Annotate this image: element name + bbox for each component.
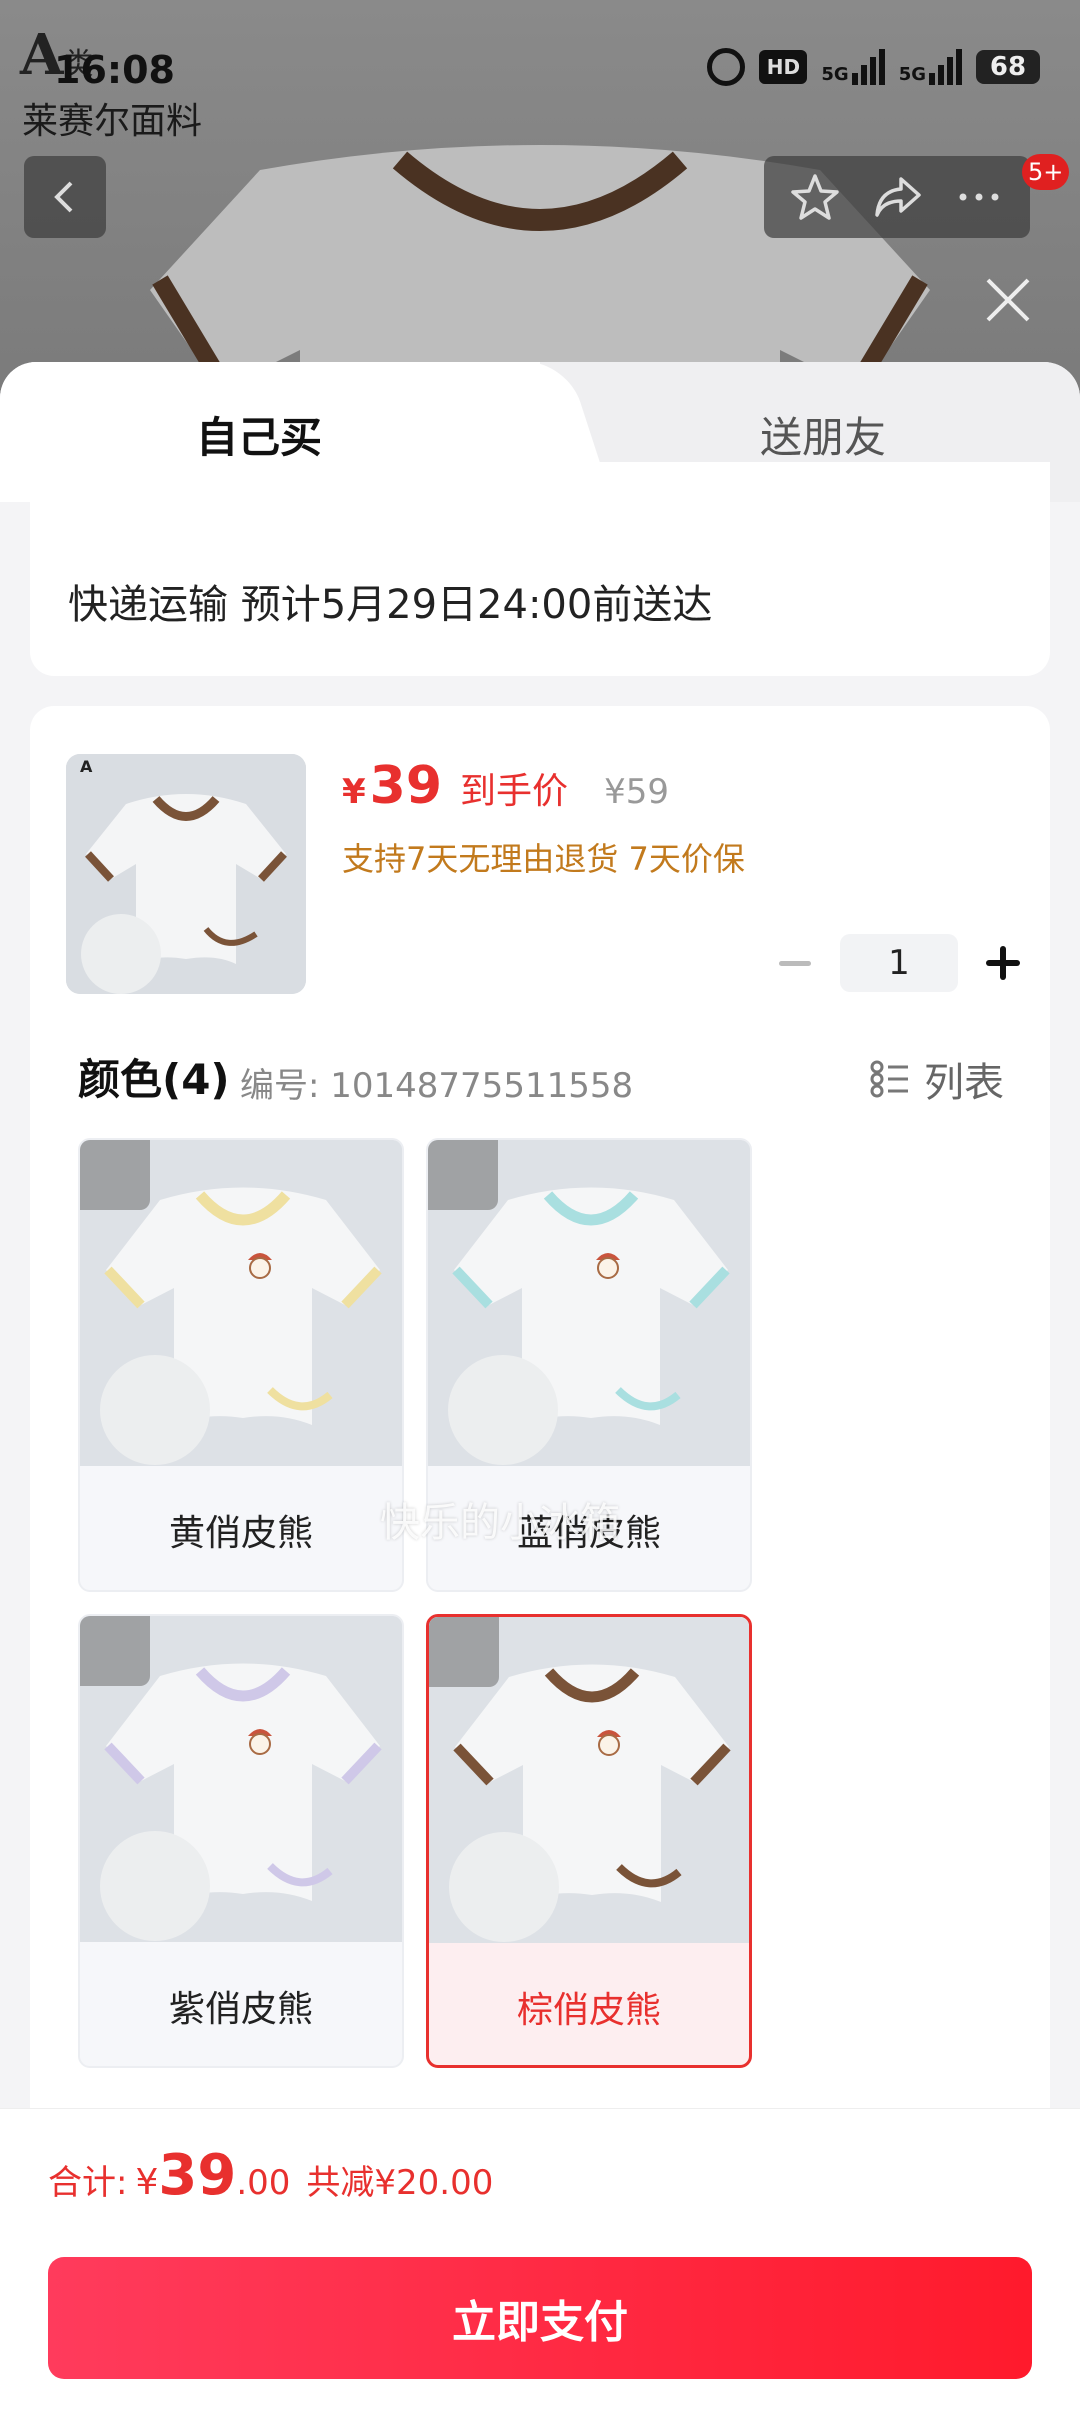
color-section-title: 颜色(4) [78,1055,230,1104]
watermark: 快乐的小冰箱 [380,1500,620,1546]
status-bar: A类 16:08 莱赛尔面料 HD 5G 5G 68 [0,0,1080,142]
color-option[interactable]: 棕俏皮熊 [426,1614,752,2068]
price-currency: ¥ [342,772,366,812]
signal-icon: 5G [821,49,885,85]
delivery-estimate: 快递运输 预计5月29日24:00前送达 [68,582,713,628]
message-badge: 5+ [1022,154,1070,190]
total-decimal: .00 [236,2163,291,2203]
header-actions [764,156,1030,238]
list-view-toggle[interactable]: 列表 [870,1050,1004,1108]
expand-image-icon[interactable] [428,1140,498,1210]
share-icon[interactable] [871,171,923,223]
hd-icon: HD [759,50,808,84]
svg-text:A: A [80,757,93,776]
quantity-increase-button[interactable] [978,938,1028,988]
quantity-decrease-button[interactable] [770,938,820,988]
close-icon[interactable] [980,272,1036,328]
delivery-card: 快递运输 预计5月29日24:00前送达 [30,462,1050,676]
tab-self-label[interactable]: 自己买 [196,404,322,465]
list-view-label: 列表 [924,1060,1004,1106]
expand-image-icon[interactable] [80,1140,150,1210]
quantity-stepper: 1 [770,934,1028,992]
color-option[interactable]: 紫俏皮熊 [78,1614,404,2068]
total-label: 合计: [48,2163,128,2203]
expand-image-icon[interactable] [429,1617,499,1687]
total-currency: ¥ [135,2162,159,2203]
product-thumbnail-image: A [66,754,306,994]
back-button[interactable] [24,156,106,238]
signal-icon-2: 5G [899,49,962,85]
status-time: 16:08 [54,48,175,92]
product-card: A ¥ 39 到手价 ¥59 支持7天无理由退货 7天价保 1 颜色(4) 编号… [30,706,1050,2246]
total-savings: 共减¥20.00 [306,2163,494,2203]
color-option-label: 紫俏皮熊 [168,1989,313,2030]
sku-code: 编号: 10148775511558 [240,1066,634,1106]
pay-now-button[interactable]: 立即支付 [48,2257,1032,2379]
color-option-label: 黄俏皮熊 [168,1513,313,1554]
service-guarantee: 支持7天无理由退货 7天价保 [342,840,745,878]
color-option-image [429,1617,749,1943]
star-icon[interactable] [789,171,841,223]
color-option-image [80,1616,402,1942]
original-price: ¥59 [604,772,669,812]
alarm-icon [707,48,746,86]
color-option-image [80,1140,402,1466]
checkout-bar: 合计: ¥ 39 .00 共减¥20.00 立即支付 [0,2108,1080,2412]
expand-image-icon[interactable] [80,1616,150,1686]
purchase-sheet: 自己买 送朋友 快递运输 预计5月29日24:00前送达 A ¥ 39 到手价 … [0,362,1080,2412]
color-option-image [428,1140,750,1466]
final-price-label: 到手价 [460,771,569,812]
color-option-label: 棕俏皮熊 [516,1990,661,2031]
chevron-left-icon [54,181,73,213]
product-thumbnail[interactable]: A [66,754,306,994]
final-price: 39 [369,756,443,816]
list-icon [870,1060,908,1098]
brand-name: 莱赛尔面料 [22,101,203,142]
color-option[interactable]: 黄俏皮熊 [78,1138,404,1592]
price-row: ¥ 39 到手价 ¥59 [342,756,669,816]
total-amount: 39 [158,2143,237,2208]
order-total: 合计: ¥ 39 .00 共减¥20.00 [48,2143,493,2208]
battery-icon: 68 [976,50,1040,84]
more-icon[interactable] [953,171,1005,223]
color-options-grid: 黄俏皮熊 蓝俏皮熊 紫俏皮熊 棕俏皮熊 [78,1138,754,2068]
tab-gift-label[interactable]: 送朋友 [760,404,886,465]
status-icons: HD 5G 5G 68 [707,48,1040,86]
quantity-input[interactable]: 1 [840,934,958,992]
